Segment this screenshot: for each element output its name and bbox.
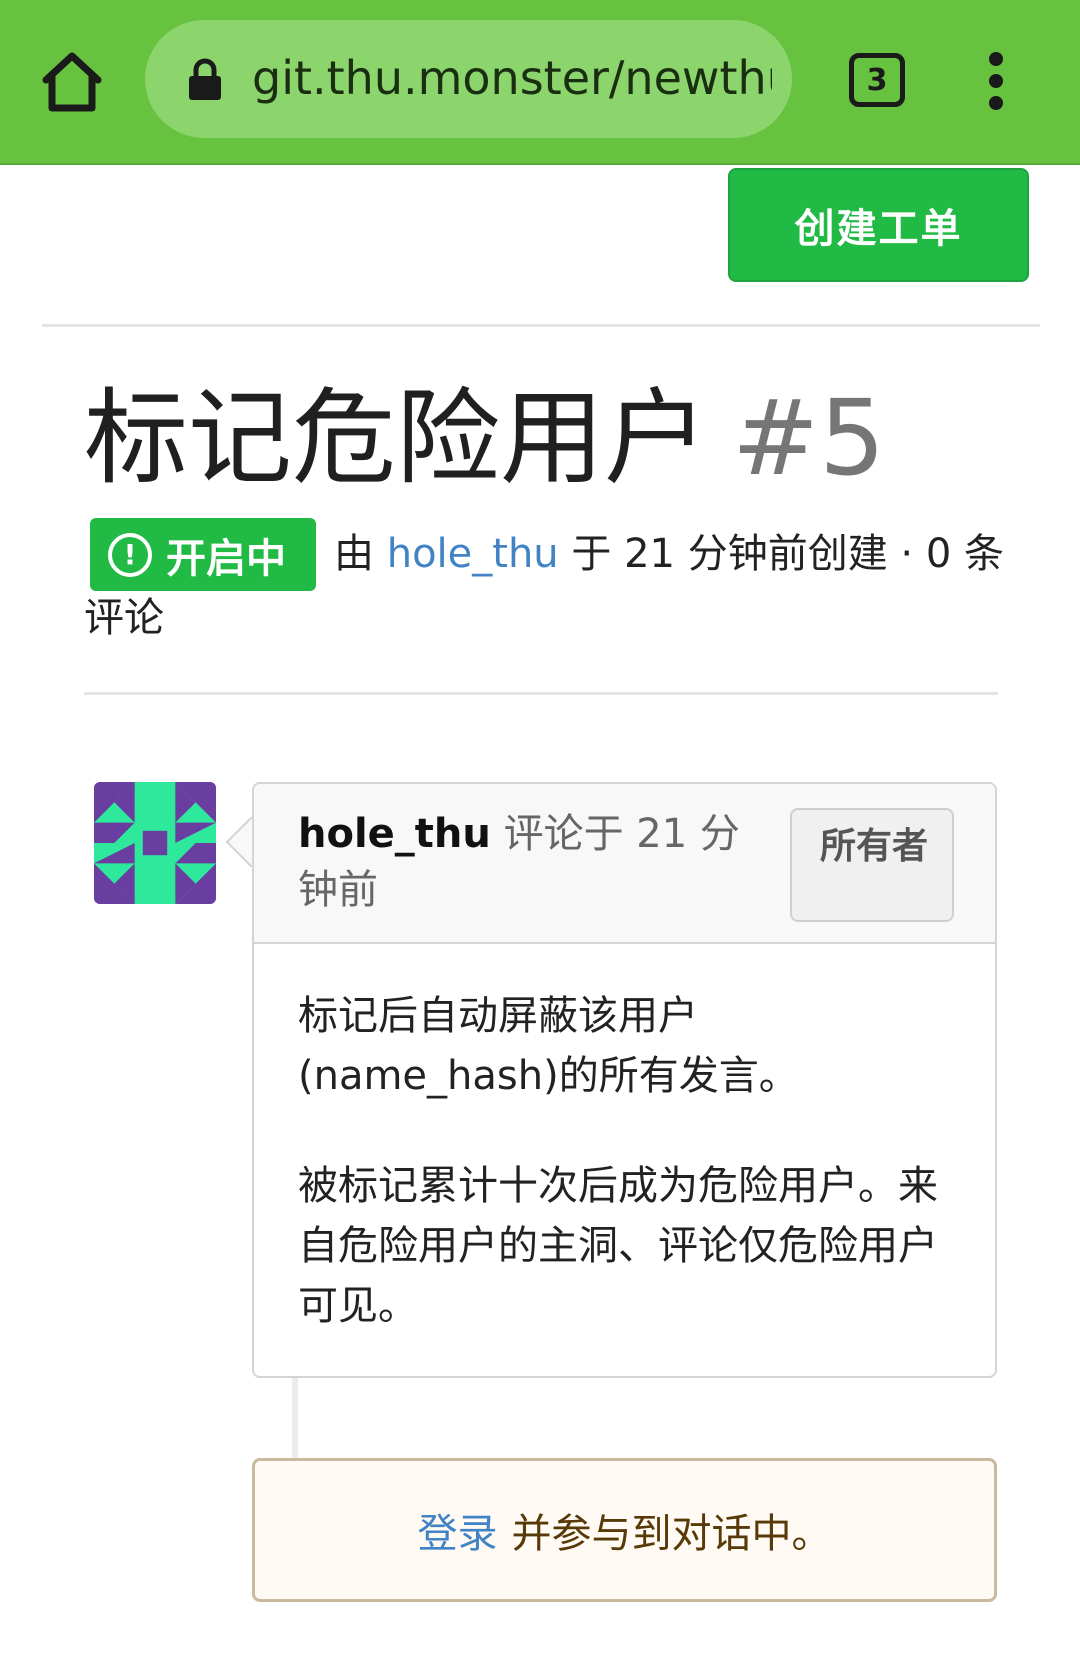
timeline-line: [292, 1378, 298, 1460]
avatar[interactable]: [94, 782, 216, 904]
login-link[interactable]: 登录: [418, 1501, 498, 1559]
issue-number: #5: [732, 377, 886, 499]
divider: [84, 692, 998, 695]
comment-header: hole_thu 评论于 21 分钟前 所有者: [254, 784, 995, 944]
comment-card: hole_thu 评论于 21 分钟前 所有者 标记后自动屏蔽该用户(name_…: [252, 782, 997, 1378]
author-link[interactable]: hole_thu: [387, 531, 559, 577]
url-text: git.thu.monster/newthuhole: [252, 51, 772, 105]
comment-paragraph: 被标记累计十次后成为危险用户。来自危险用户的主洞、评论仅危险用户可见。: [298, 1163, 938, 1329]
more-menu-icon[interactable]: [985, 52, 1009, 110]
owner-badge: 所有者: [790, 808, 954, 922]
lock-icon: [187, 57, 223, 101]
comment-author-link[interactable]: hole_thu: [298, 811, 491, 857]
comment-author-line: hole_thu 评论于 21 分钟前: [298, 806, 768, 918]
browser-toolbar: git.thu.monster/newthuhole 3: [0, 0, 1080, 165]
address-bar[interactable]: git.thu.monster/newthuhole: [145, 20, 792, 138]
comment-paragraph: 标记后自动屏蔽该用户(name_hash)的所有发言。: [298, 993, 799, 1099]
login-prompt-text: 并参与到对话中。: [511, 1511, 832, 1557]
issue-title-text: 标记危险用户: [84, 377, 709, 499]
login-prompt: 登录 并参与到对话中。: [252, 1458, 997, 1602]
home-icon[interactable]: [38, 48, 106, 116]
issue-meta: 由 hole_thu 于 21 分钟前创建 · 0 条: [334, 524, 1054, 584]
create-issue-button[interactable]: 创建工单: [728, 168, 1029, 282]
issue-meta-line2: 评论: [84, 595, 164, 641]
status-label: 开启中: [166, 535, 286, 582]
meta-prefix: 由: [334, 531, 374, 577]
divider: [42, 324, 1040, 327]
meta-suffix: 于 21 分钟前创建 · 0 条: [571, 531, 1005, 577]
comment-body: 标记后自动屏蔽该用户(name_hash)的所有发言。 被标记累计十次后成为危险…: [298, 986, 958, 1386]
alert-circle-icon: !: [108, 532, 152, 577]
tab-switcher-button[interactable]: 3: [849, 53, 905, 107]
issue-title: 标记危险用户 #5: [84, 378, 885, 498]
status-badge: ! 开启中: [90, 518, 316, 591]
